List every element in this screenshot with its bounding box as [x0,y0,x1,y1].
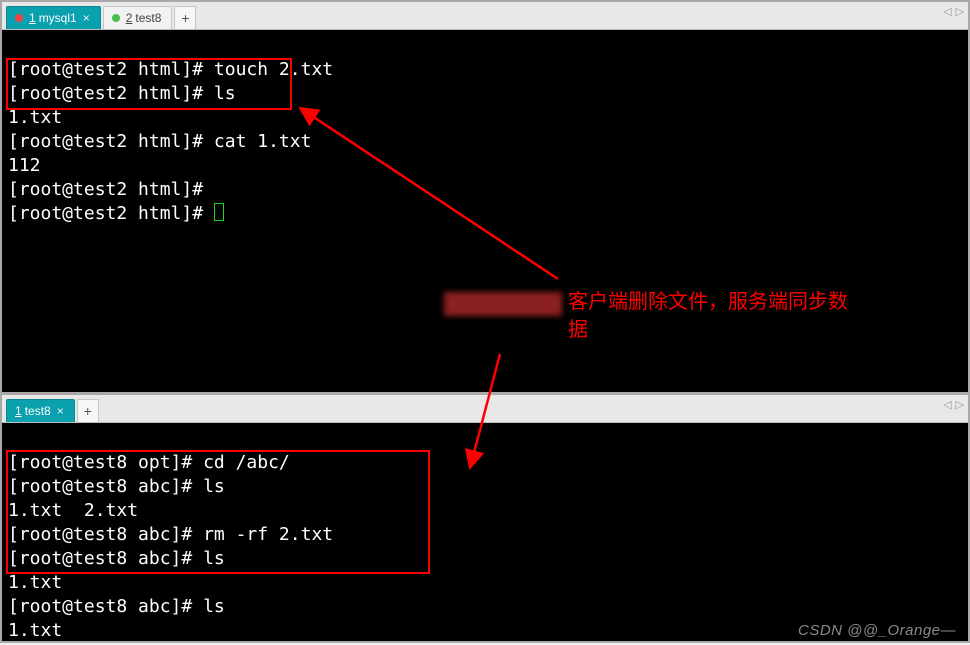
nav-right-icon[interactable]: ▷ [956,5,964,18]
terminal-line: [root@test8 abc]# ls [8,548,225,569]
tab-label: test8 [135,11,161,25]
terminal-pane-bottom: 1 test8 × + ◁ ▷ [root@test8 opt]# cd /ab… [0,393,970,643]
terminal-line: [root@test8 abc]# ls [8,596,225,617]
tab-index: 2 [126,11,133,25]
add-tab-button[interactable]: + [174,6,196,29]
terminal-line: [root@test2 html]# [8,203,224,224]
terminal-line: [root@test8 opt]# cd /abc/ [8,452,290,473]
terminal-line: 1.txt [8,572,62,593]
add-tab-button[interactable]: + [77,399,99,422]
tab-mysql1[interactable]: 1 mysql1 × [6,6,101,29]
tab-bar-top: 1 mysql1 × 2 test8 + ◁ ▷ [2,2,968,30]
terminal-line: [root@test8 abc]# rm -rf 2.txt [8,524,333,545]
terminal-line: 1.txt 2.txt [8,500,138,521]
terminal-line: [root@test2 html]# ls [8,83,236,104]
terminal-line: 112 [8,155,41,176]
nav-right-icon[interactable]: ▷ [956,398,964,411]
nav-left-icon[interactable]: ◁ [943,5,951,18]
terminal-line: [root@test2 html]# touch 2.txt [8,59,333,80]
terminal-bottom[interactable]: [root@test8 opt]# cd /abc/ [root@test8 a… [2,423,968,641]
annotation-label: 客户端删除文件，服务端同步数据 [444,288,874,344]
nav-left-icon[interactable]: ◁ [943,398,951,411]
terminal-line: [root@test2 html]# [8,179,214,200]
close-icon[interactable]: × [57,404,64,418]
cursor-icon [214,203,224,221]
tab-nav: ◁ ▷ [943,398,964,411]
tab-nav: ◁ ▷ [943,5,964,18]
watermark: CSDN @@_Orange— [798,622,956,639]
tab-bar-bottom: 1 test8 × + ◁ ▷ [2,395,968,423]
tab-label: test8 [25,404,51,418]
status-dot-icon [15,14,23,22]
redacted-label [444,292,562,316]
tab-label: mysql1 [39,11,77,25]
tab-test8-bottom[interactable]: 1 test8 × [6,399,75,422]
terminal-line: [root@test8 abc]# ls [8,476,225,497]
terminal-line: 1.txt [8,107,62,128]
tab-index: 1 [29,11,36,25]
annotation-text: 客户端删除文件，服务端同步数据 [568,288,860,344]
terminal-line: [root@test2 html]# cat 1.txt [8,131,311,152]
tab-index: 1 [15,404,22,418]
close-icon[interactable]: × [83,11,90,25]
status-dot-icon [112,14,120,22]
terminal-line: 1.txt [8,620,62,641]
tab-test8[interactable]: 2 test8 [103,6,173,29]
